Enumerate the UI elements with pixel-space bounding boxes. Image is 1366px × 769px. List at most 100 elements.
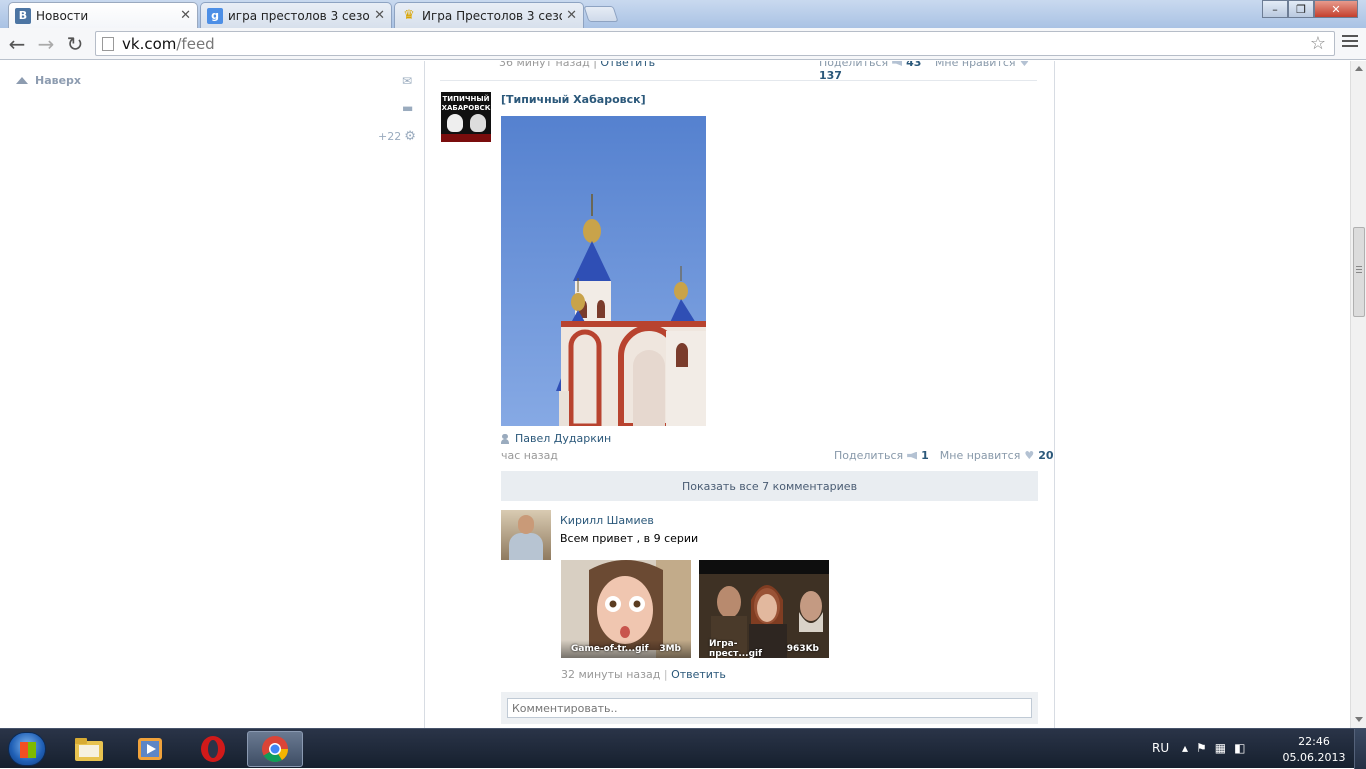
- share-count: 43: [906, 61, 922, 69]
- avatar-head: [518, 515, 534, 534]
- language-indicator[interactable]: RU: [1152, 741, 1169, 755]
- arrow-up-icon: [16, 77, 28, 84]
- gif-attachment[interactable]: Game-of-tr...gif 3Mb: [561, 560, 691, 658]
- gear-icon[interactable]: ⚙: [404, 129, 416, 144]
- reload-icon[interactable]: ↻: [63, 32, 87, 56]
- show-all-comments-button[interactable]: Показать все 7 комментариев: [501, 471, 1038, 501]
- google-favicon-icon: g: [207, 7, 223, 24]
- action-center-flag-icon[interactable]: ⚑: [1196, 741, 1207, 755]
- post-time[interactable]: час назад: [501, 449, 558, 462]
- opera-icon: [201, 736, 225, 762]
- back-arrow-icon[interactable]: ←: [5, 32, 29, 56]
- megaphone-icon: [892, 61, 903, 66]
- clock-date: 05.06.2013: [1282, 751, 1346, 764]
- right-border: [1054, 61, 1055, 728]
- back-to-top-link[interactable]: Наверх: [16, 74, 81, 87]
- prev-post-footer: 36 минут назад | Ответить Поделиться 43 М…: [499, 61, 1037, 82]
- photo-signer[interactable]: Павел Дударкин: [501, 432, 611, 445]
- tab-news[interactable]: В Новости ✕: [8, 2, 198, 28]
- megaphone-icon: [907, 451, 918, 460]
- post-divider: [440, 80, 1037, 81]
- explorer-taskbar-button[interactable]: [61, 731, 117, 767]
- heart-icon[interactable]: ♥: [1020, 61, 1030, 69]
- tab-title: Игра Престолов 3 сезон: [422, 8, 563, 23]
- url-host: vk.com: [122, 34, 177, 53]
- group-avatar[interactable]: ТИПИЧНЫЙ ХАБАРОВСК: [441, 92, 491, 142]
- maximize-button[interactable]: ❐: [1288, 0, 1314, 18]
- close-icon[interactable]: ✕: [180, 8, 191, 23]
- clock[interactable]: 22:46 05.06.2013: [1282, 734, 1346, 766]
- vertical-scrollbar[interactable]: [1350, 61, 1366, 728]
- page-icon: [102, 36, 114, 51]
- browser-toolbar: ← → ↻ vk.com/feed ☆: [0, 28, 1366, 60]
- start-button[interactable]: [8, 732, 46, 766]
- post-author-link[interactable]: [Типичный Хабаровск]: [501, 93, 646, 106]
- notifications-counter[interactable]: +22 ⚙: [378, 129, 416, 144]
- comment-input[interactable]: [507, 698, 1032, 718]
- prev-post-time: 36 минут назад: [499, 61, 590, 69]
- like-label[interactable]: Мне нравится: [935, 61, 1016, 69]
- system-tray: ▴ ⚑ ▦ ◧: [1182, 741, 1245, 755]
- windows-logo-icon: [20, 742, 36, 758]
- gif-attachment[interactable]: Игра-прест...gif 963Kb: [699, 560, 829, 658]
- windows-taskbar: RU ▴ ⚑ ▦ ◧ 22:46 05.06.2013: [0, 728, 1366, 769]
- media-player-taskbar-button[interactable]: [122, 731, 178, 767]
- avatar-body: [509, 533, 543, 560]
- person-icon: [501, 433, 509, 444]
- crown-favicon-icon: ♛: [403, 8, 415, 23]
- browser-tab-strip: В Новости ✕ g игра престолов 3 сезон - ✕…: [0, 0, 1366, 28]
- chrome-taskbar-button[interactable]: [247, 731, 303, 767]
- heart-icon[interactable]: ♥: [1024, 449, 1034, 462]
- url-path: /feed: [176, 34, 215, 53]
- chrome-menu-icon[interactable]: [1342, 35, 1358, 49]
- comment-reply-link[interactable]: Ответить: [671, 668, 726, 681]
- back-to-top-label: Наверх: [35, 74, 82, 87]
- share-label[interactable]: Поделиться: [834, 449, 903, 462]
- comment-form: [501, 692, 1038, 724]
- media-player-icon: [138, 738, 162, 760]
- address-bar[interactable]: vk.com/feed ☆: [95, 31, 1335, 56]
- tab-title: игра престолов 3 сезон -: [228, 8, 371, 23]
- comment-author-link[interactable]: Кирилл Шамиев: [560, 514, 654, 527]
- volume-icon[interactable]: ◧: [1234, 741, 1245, 755]
- minimize-button[interactable]: –: [1262, 0, 1288, 18]
- page-content: Наверх ✉ ▬ +22 ⚙ 36 минут назад | Ответи…: [0, 61, 1350, 728]
- avatar-decoration: [441, 134, 491, 142]
- forward-arrow-icon[interactable]: →: [34, 32, 58, 56]
- troll-face-icon: [447, 114, 463, 132]
- opera-taskbar-button[interactable]: [185, 731, 241, 767]
- like-label[interactable]: Мне нравится: [940, 449, 1021, 462]
- close-icon[interactable]: ✕: [374, 8, 385, 23]
- window-close-button[interactable]: ✕: [1314, 0, 1358, 18]
- post-photo-church[interactable]: [501, 116, 706, 426]
- left-column: Наверх ✉ ▬ +22 ⚙: [0, 61, 425, 728]
- gif-name: Game-of-tr...gif: [571, 644, 649, 654]
- scroll-down-arrow-icon[interactable]: [1355, 717, 1363, 722]
- tab-search[interactable]: g игра престолов 3 сезон - ✕: [200, 2, 392, 28]
- share-label[interactable]: Поделиться: [819, 61, 888, 69]
- tab-game-of-thrones[interactable]: ♛ Игра Престолов 3 сезон ✕: [394, 2, 584, 28]
- folder-icon: [75, 738, 103, 761]
- prev-post-actions: Поделиться 43 Мне нравится ♥137: [819, 61, 1037, 82]
- comment-text: Всем привет , в 9 серии: [560, 532, 699, 545]
- clock-time: 22:46: [1298, 735, 1330, 748]
- mail-icon[interactable]: ✉: [402, 74, 412, 88]
- gif-size: 3Mb: [659, 644, 681, 654]
- scroll-up-arrow-icon[interactable]: [1355, 66, 1363, 71]
- show-desktop-button[interactable]: [1354, 729, 1366, 769]
- network-icon[interactable]: ▦: [1215, 741, 1226, 755]
- comment-icon[interactable]: ▬: [402, 101, 413, 115]
- comment-meta: 32 минуты назад | Ответить: [561, 668, 726, 681]
- troll-face-icon: [470, 114, 486, 132]
- show-hidden-icons-icon[interactable]: ▴: [1182, 741, 1188, 755]
- comment-time[interactable]: 32 минуты назад: [561, 668, 660, 681]
- post-actions: Поделиться 1 Мне нравится ♥ 20: [834, 449, 1054, 462]
- photo-signer-name[interactable]: Павел Дударкин: [515, 432, 611, 445]
- new-tab-button[interactable]: [583, 6, 619, 22]
- commenter-avatar[interactable]: [501, 510, 551, 560]
- tab-title: Новости: [36, 8, 89, 23]
- scroll-thumb[interactable]: [1353, 227, 1365, 317]
- close-icon[interactable]: ✕: [566, 8, 577, 23]
- prev-post-reply-link[interactable]: Ответить: [600, 61, 655, 69]
- bookmark-star-icon[interactable]: ☆: [1310, 33, 1326, 54]
